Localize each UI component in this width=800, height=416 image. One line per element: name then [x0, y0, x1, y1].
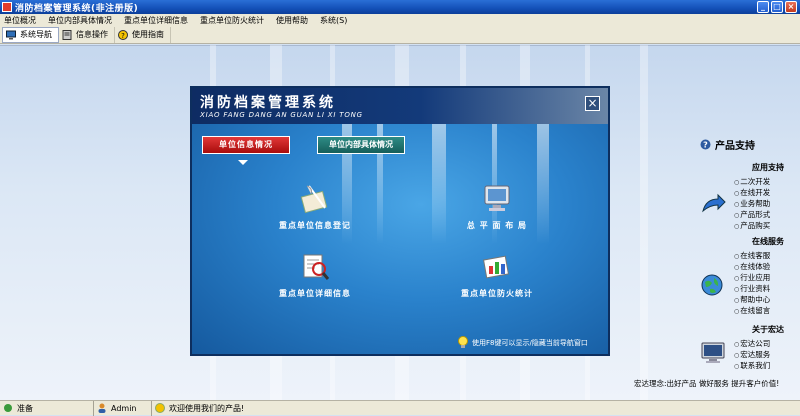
about-list: 宏达公司 宏达服务 联系我们 — [734, 339, 770, 372]
nav-tab-label: 系统导航 — [20, 30, 52, 39]
menu-item-help[interactable]: 使用帮助 — [276, 15, 308, 26]
site-layout-label: 总 平 面 布 局 — [466, 221, 528, 230]
key-unit-detail-label: 重点单位详细信息 — [279, 289, 351, 298]
site-layout-item[interactable]: 总 平 面 布 局 — [442, 184, 552, 231]
online-service-list: 在线客服 在线体验 行业应用 行业资料 帮助中心 在线留言 — [734, 251, 770, 317]
link-help-center[interactable]: 帮助中心 — [734, 295, 770, 306]
menu-item-unit-internal[interactable]: 单位内部具体情况 — [48, 15, 112, 26]
dialog-subtitle: XIAO FANG DANG AN GUAN LI XI TONG — [200, 111, 363, 119]
section-about: 关于宏达 — [752, 325, 784, 334]
key-unit-detail-item[interactable]: 重点单位详细信息 — [260, 252, 370, 299]
svg-text:?: ? — [121, 32, 125, 40]
chart-report-icon — [483, 255, 509, 279]
monitor-icon — [484, 185, 510, 211]
link-online-support[interactable]: 在线客服 — [734, 251, 770, 262]
window-controls: _ □ × — [757, 1, 797, 13]
fire-stats-item[interactable]: 重点单位防火统计 — [442, 252, 552, 299]
link-business-help[interactable]: 业务帮助 — [734, 199, 770, 210]
f8-hint-text: 使用F8键可以显示/隐藏当前导航窗口 — [472, 339, 588, 347]
nav-tab-button[interactable]: 系统导航 — [2, 26, 59, 43]
menu-item-fire-stats[interactable]: 重点单位防火统计 — [200, 15, 264, 26]
link-product-buy[interactable]: 产品购买 — [734, 221, 770, 232]
help-icon: ? — [118, 29, 128, 40]
window-title: 消防档案管理系统(非注册版) — [15, 3, 139, 14]
status-ready: 准备 — [0, 400, 94, 416]
link-industry-apps[interactable]: 行业应用 — [734, 273, 770, 284]
link-product-form[interactable]: 产品形式 — [734, 210, 770, 221]
dialog-header: 消防档案管理系统 XIAO FANG DANG AN GUAN LI XI TO… — [192, 88, 608, 124]
menu-item-key-unit-detail[interactable]: 重点单位详细信息 — [124, 15, 188, 26]
scroll-quill-icon — [300, 185, 328, 214]
smiley-icon — [155, 403, 165, 413]
link-secondary-dev[interactable]: 二次开发 — [734, 177, 770, 188]
tab-unit-info[interactable]: 单位信息情况 — [202, 136, 290, 154]
guide-label: 使用指南 — [132, 30, 164, 39]
status-user: Admin — [94, 400, 152, 416]
link-company[interactable]: 宏达公司 — [734, 339, 770, 350]
company-slogan: 宏达理念:出好产品 做好服务 提升客户价值! — [634, 379, 780, 388]
link-online-trial[interactable]: 在线体验 — [734, 262, 770, 273]
monitor-icon — [6, 30, 16, 39]
section-online-service: 在线服务 — [752, 237, 784, 246]
link-online-dev[interactable]: 在线开发 — [734, 188, 770, 199]
product-support-title: ? 产品支持 — [700, 137, 755, 152]
close-button[interactable]: × — [785, 1, 797, 13]
tab-unit-internal[interactable]: 单位内部具体情况 — [317, 136, 405, 154]
link-contact[interactable]: 联系我们 — [734, 361, 770, 372]
user-icon — [98, 403, 106, 413]
minimize-button[interactable]: _ — [757, 1, 769, 13]
link-service[interactable]: 宏达服务 — [734, 350, 770, 361]
status-icon — [4, 404, 12, 412]
menu-item-system[interactable]: 系统(S) — [320, 15, 347, 26]
title-bar: 消防档案管理系统(非注册版) _ □ × — [0, 0, 800, 14]
monitor-icon — [701, 342, 725, 363]
status-bar: 准备 Admin 欢迎使用我们的产品! — [0, 400, 800, 416]
lightbulb-icon — [458, 336, 468, 348]
globe-icon — [701, 274, 723, 296]
status-welcome: 欢迎使用我们的产品! — [152, 401, 292, 416]
info-ops-button[interactable]: 信息操作 — [59, 26, 115, 43]
f8-hint: 使用F8键可以显示/隐藏当前导航窗口 — [457, 336, 588, 350]
app-support-list: 二次开发 在线开发 业务帮助 产品形式 产品购买 — [734, 177, 770, 232]
menu-item-unit-overview[interactable]: 单位概况 — [4, 15, 36, 26]
question-icon: ? — [700, 139, 711, 150]
key-unit-register-item[interactable]: 重点单位信息登记 — [260, 184, 370, 231]
section-app-support: 应用支持 — [752, 163, 784, 172]
menu-bar: 单位概况 单位内部具体情况 重点单位详细信息 重点单位防火统计 使用帮助 系统(… — [0, 14, 800, 26]
maximize-button[interactable]: □ — [771, 1, 783, 13]
guide-button[interactable]: ? 使用指南 — [115, 26, 171, 43]
dialog-body: 单位信息情况 单位内部具体情况 重点单位信息登记 总 平 面 布 局 重点单位详… — [192, 124, 608, 354]
key-unit-register-label: 重点单位信息登记 — [279, 221, 351, 230]
link-message[interactable]: 在线留言 — [734, 306, 770, 317]
link-industry-data[interactable]: 行业资料 — [734, 284, 770, 295]
toolbar: 系统导航 信息操作 ? 使用指南 — [0, 26, 800, 44]
fire-stats-label: 重点单位防火统计 — [461, 289, 533, 298]
dialog-close-button[interactable]: × — [585, 96, 600, 111]
svg-text:?: ? — [703, 141, 708, 150]
arrow-icon — [702, 193, 726, 213]
document-icon — [62, 29, 72, 40]
dialog-title: 消防档案管理系统 — [200, 95, 336, 111]
navigation-dialog: 消防档案管理系统 XIAO FANG DANG AN GUAN LI XI TO… — [190, 86, 610, 356]
document-magnifier-icon — [303, 254, 330, 280]
info-ops-label: 信息操作 — [76, 30, 108, 39]
active-tab-indicator — [238, 160, 248, 165]
app-icon — [2, 2, 12, 12]
